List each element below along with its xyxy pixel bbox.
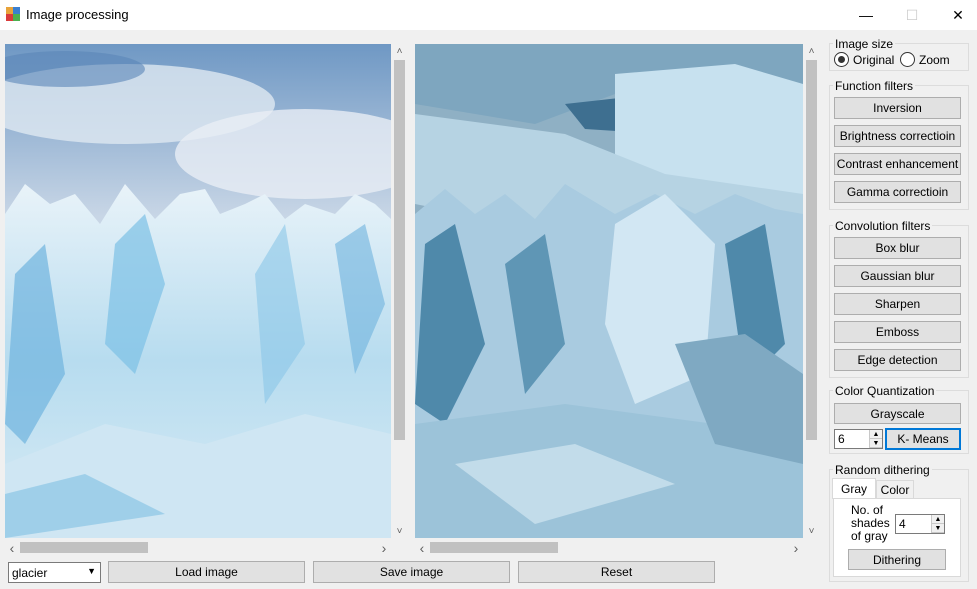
scroll-right-icon[interactable]: › bbox=[789, 539, 803, 556]
stepper-down-icon[interactable]: ▼ bbox=[870, 439, 882, 448]
tab-color[interactable]: Color bbox=[876, 480, 914, 499]
tab-gray[interactable]: Gray bbox=[832, 478, 876, 499]
gaussian-blur-button[interactable]: Gaussian blur bbox=[834, 265, 961, 287]
inversion-button[interactable]: Inversion bbox=[834, 97, 961, 119]
stepper-buttons[interactable]: ▲ ▼ bbox=[931, 515, 944, 533]
dithering-tab-panel: No. of shades of gray 4 ▲ ▼ Dithering bbox=[833, 498, 961, 577]
shades-label: No. of shades of gray bbox=[851, 504, 890, 543]
reset-button[interactable]: Reset bbox=[518, 561, 715, 583]
grayscale-button[interactable]: Grayscale bbox=[834, 403, 961, 424]
kmeans-button[interactable]: K- Means bbox=[885, 428, 961, 450]
stepper-up-icon[interactable]: ▲ bbox=[932, 515, 944, 524]
close-button[interactable]: ✕ bbox=[935, 0, 977, 30]
scroll-thumb[interactable] bbox=[20, 542, 148, 553]
color-quantization-label: Color Quantization bbox=[833, 384, 937, 398]
app-icon bbox=[6, 7, 20, 21]
radio-unchecked-icon bbox=[900, 52, 915, 67]
function-filters-label: Function filters bbox=[833, 79, 916, 93]
image-select-value: glacier bbox=[12, 565, 48, 580]
title-bar: Image processing — ☐ ✕ bbox=[0, 0, 977, 30]
save-image-button[interactable]: Save image bbox=[313, 561, 510, 583]
radio-original[interactable]: Original bbox=[834, 52, 894, 67]
image-select[interactable]: glacier ▼ bbox=[8, 562, 101, 583]
scroll-thumb[interactable] bbox=[806, 60, 817, 440]
left-vertical-scrollbar[interactable]: ˄ ˅ bbox=[391, 44, 408, 538]
minimize-button[interactable]: — bbox=[843, 0, 889, 30]
random-dithering-label: Random dithering bbox=[833, 463, 932, 477]
shades-label-line-3: of gray bbox=[851, 529, 888, 543]
maximize-icon: ☐ bbox=[905, 6, 919, 23]
convolution-filters-label: Convolution filters bbox=[833, 219, 933, 233]
processed-image bbox=[415, 44, 803, 538]
scroll-right-icon[interactable]: › bbox=[377, 539, 391, 556]
close-icon: ✕ bbox=[952, 6, 964, 23]
right-vertical-scrollbar[interactable]: ˄ ˅ bbox=[803, 44, 820, 538]
scroll-up-icon[interactable]: ˄ bbox=[391, 44, 408, 58]
emboss-button[interactable]: Emboss bbox=[834, 321, 961, 343]
minimize-icon: — bbox=[859, 7, 873, 23]
dithering-button[interactable]: Dithering bbox=[848, 549, 946, 570]
gamma-correction-button[interactable]: Gamma correctioin bbox=[834, 181, 961, 203]
right-horizontal-scrollbar[interactable]: ‹ › bbox=[415, 539, 803, 556]
box-blur-button[interactable]: Box blur bbox=[834, 237, 961, 259]
load-image-button[interactable]: Load image bbox=[108, 561, 305, 583]
edge-detection-button[interactable]: Edge detection bbox=[834, 349, 961, 371]
window-title: Image processing bbox=[26, 7, 129, 22]
original-image bbox=[5, 44, 391, 538]
scroll-down-icon[interactable]: ˅ bbox=[803, 524, 820, 538]
sharpen-button[interactable]: Sharpen bbox=[834, 293, 961, 315]
scroll-thumb[interactable] bbox=[394, 60, 405, 440]
radio-zoom-label: Zoom bbox=[919, 52, 950, 67]
scroll-left-icon[interactable]: ‹ bbox=[415, 539, 429, 556]
stepper-buttons[interactable]: ▲ ▼ bbox=[869, 430, 882, 448]
chevron-down-icon: ▼ bbox=[87, 566, 96, 576]
shades-value: 4 bbox=[899, 517, 906, 531]
radio-checked-icon bbox=[834, 52, 849, 67]
contrast-enhancement-button[interactable]: Contrast enhancement bbox=[834, 153, 961, 175]
stepper-up-icon[interactable]: ▲ bbox=[870, 430, 882, 439]
shades-stepper[interactable]: 4 ▲ ▼ bbox=[895, 514, 945, 534]
left-horizontal-scrollbar[interactable]: ‹ › bbox=[5, 539, 391, 556]
scroll-down-icon[interactable]: ˅ bbox=[391, 524, 408, 538]
kmeans-k-value: 6 bbox=[838, 432, 845, 446]
image-size-label: Image size bbox=[833, 37, 896, 51]
radio-original-label: Original bbox=[853, 52, 895, 67]
stepper-down-icon[interactable]: ▼ bbox=[932, 524, 944, 533]
radio-zoom[interactable]: Zoom bbox=[900, 52, 950, 67]
scroll-thumb[interactable] bbox=[430, 542, 558, 553]
kmeans-k-stepper[interactable]: 6 ▲ ▼ bbox=[834, 429, 883, 449]
scroll-left-icon[interactable]: ‹ bbox=[5, 539, 19, 556]
scroll-up-icon[interactable]: ˄ bbox=[803, 44, 820, 58]
maximize-button[interactable]: ☐ bbox=[889, 0, 935, 30]
brightness-correction-button[interactable]: Brightness correctioin bbox=[834, 125, 961, 147]
